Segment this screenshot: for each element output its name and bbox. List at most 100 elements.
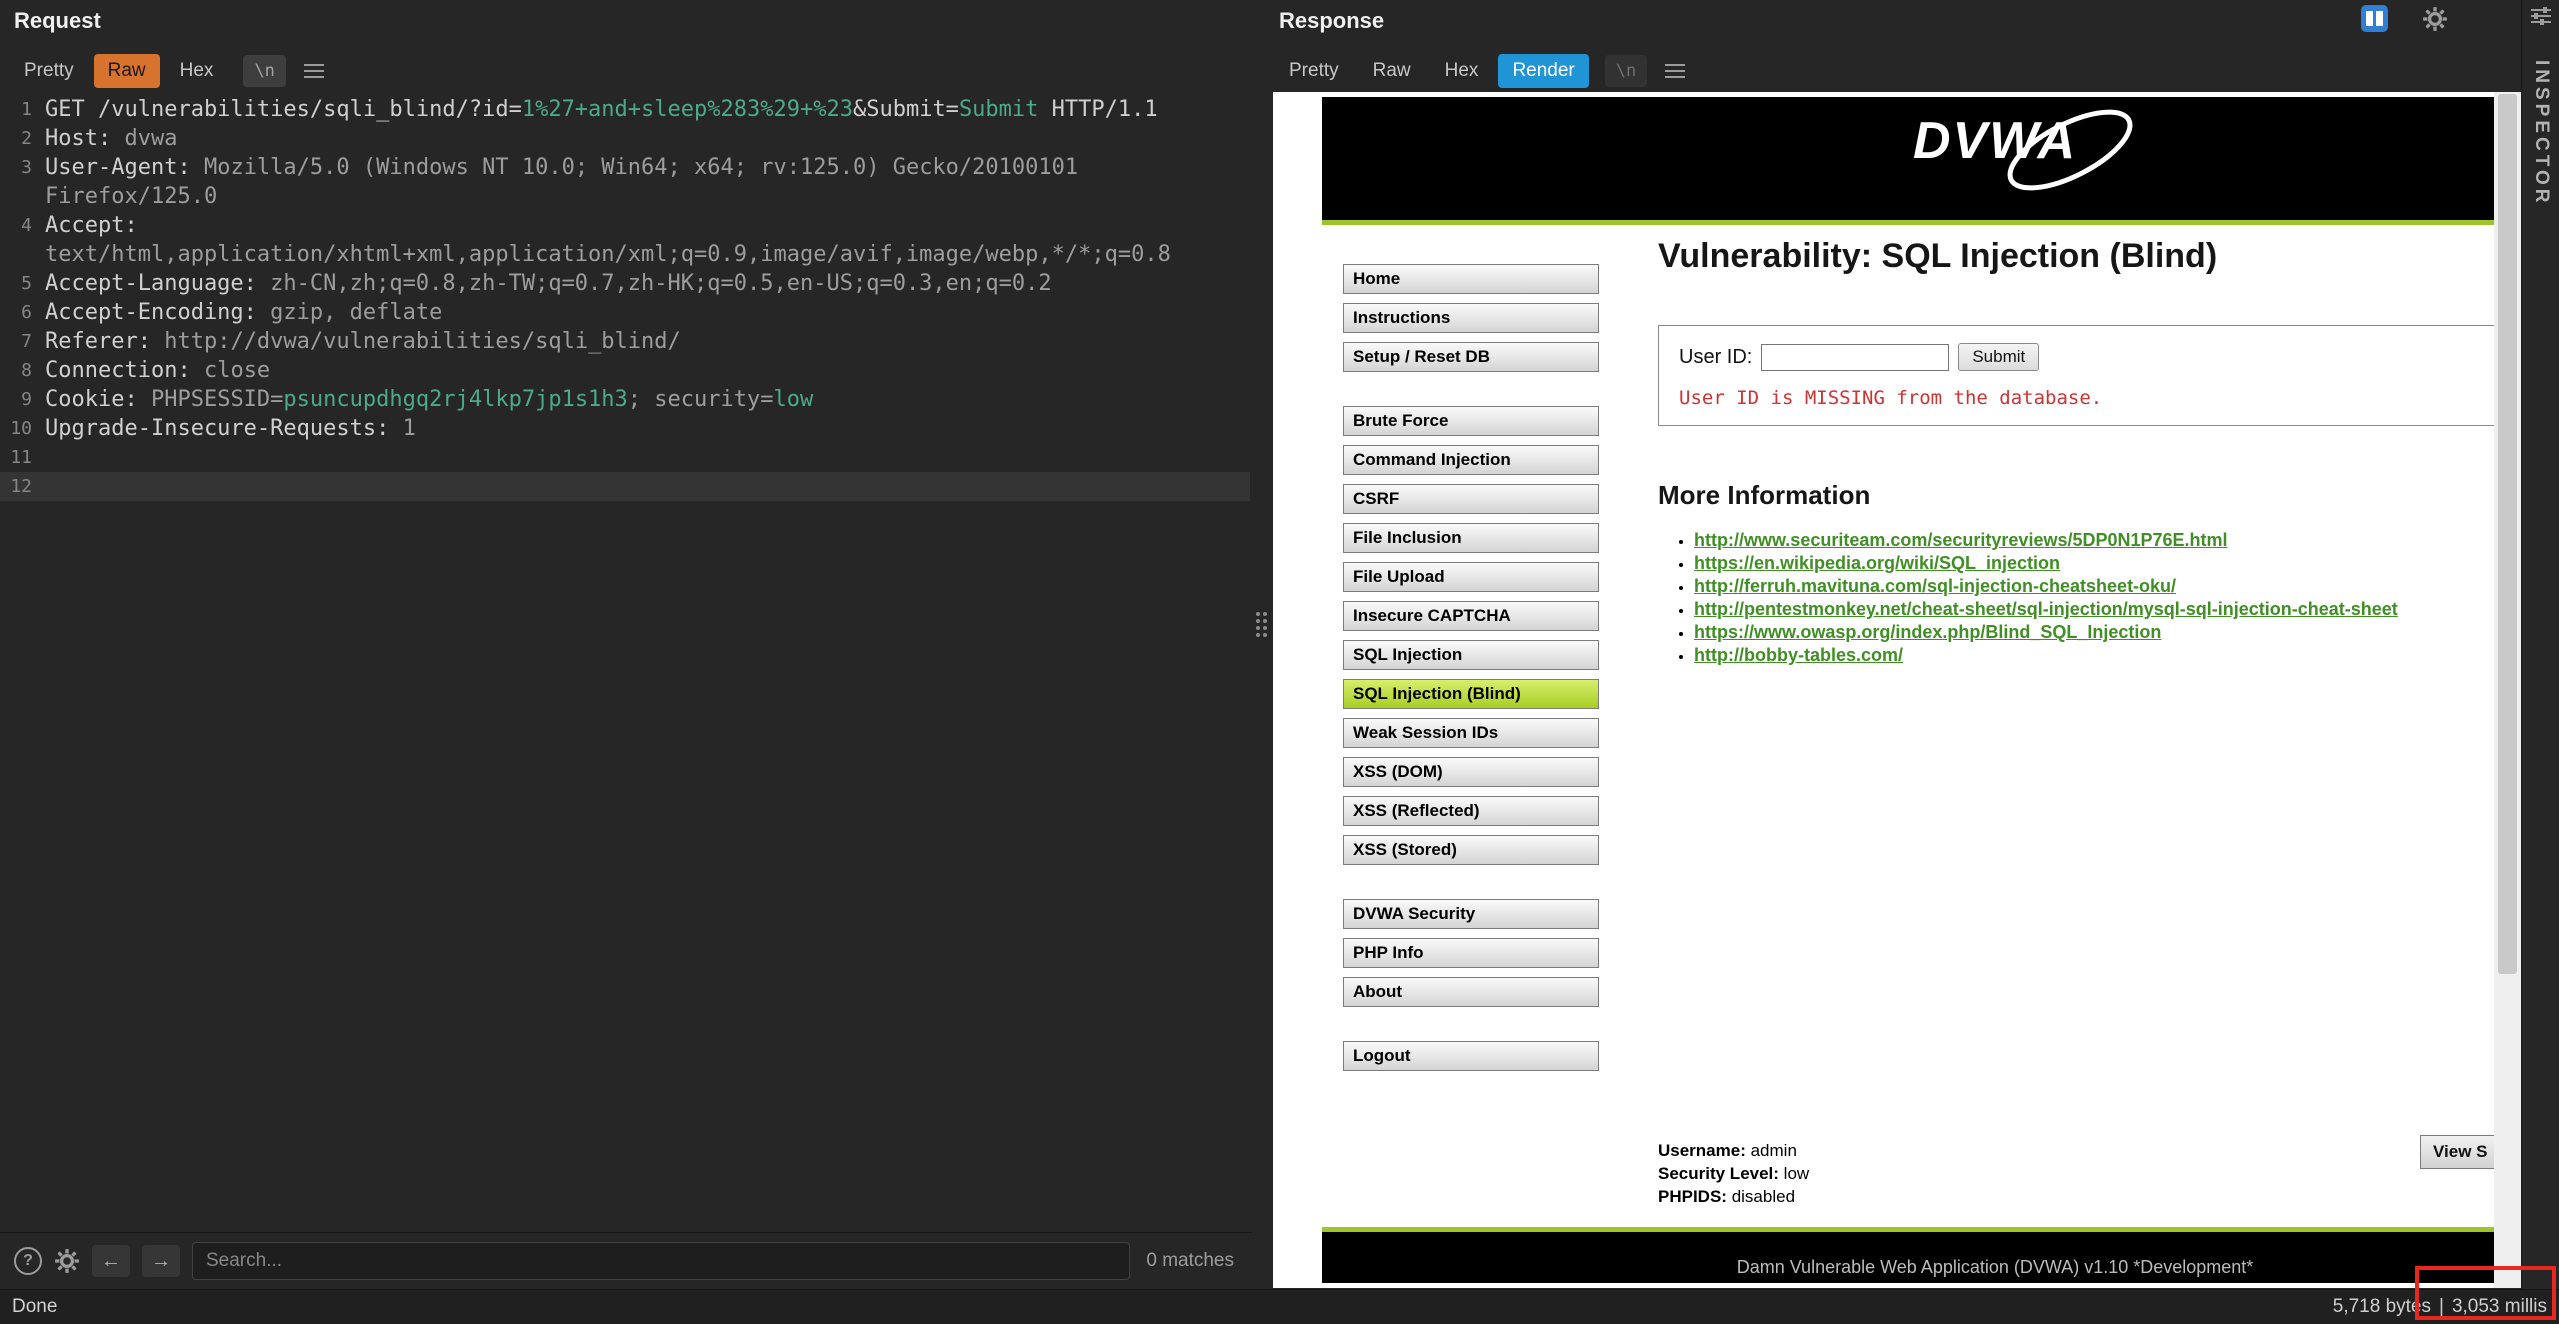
- line-number: 5: [0, 269, 32, 298]
- response-editor-menu-icon[interactable]: [1665, 70, 1685, 72]
- inspector-panel[interactable]: INSPECTOR: [2521, 0, 2559, 1289]
- request-line[interactable]: text/html,application/xhtml+xml,applicat…: [0, 240, 1250, 269]
- dvwa-menu-logout[interactable]: Logout: [1343, 1041, 1599, 1071]
- dvwa-menu-xss-dom[interactable]: XSS (DOM): [1343, 757, 1599, 787]
- help-icon[interactable]: ?: [14, 1247, 42, 1275]
- dvwa-menu-about[interactable]: About: [1343, 977, 1599, 1007]
- list-item: https://en.wikipedia.org/wiki/SQL_inject…: [1694, 552, 2398, 575]
- dvwa-menu-php-info[interactable]: PHP Info: [1343, 938, 1599, 968]
- request-view-tabs: Pretty Raw Hex \n: [10, 52, 330, 90]
- request-line[interactable]: 11: [0, 443, 1250, 472]
- list-item: https://www.owasp.org/index.php/Blind_SQ…: [1694, 621, 2398, 644]
- request-line[interactable]: 7Referer: http://dvwa/vulnerabilities/sq…: [0, 327, 1250, 356]
- vulnerable-code-area: User ID: Submit User ID is MISSING from …: [1658, 325, 2494, 426]
- sliders-icon[interactable]: [2530, 7, 2552, 30]
- request-editor-menu-icon[interactable]: [304, 70, 324, 72]
- panel-divider[interactable]: [1252, 0, 1273, 1289]
- list-item: http://ferruh.mavituna.com/sql-injection…: [1694, 575, 2398, 598]
- dvwa-page: DVWA Home Instructions Setup / Reset DB Bru…: [1322, 97, 2494, 1283]
- dvwa-menu-sql-injection-blind[interactable]: SQL Injection (Blind): [1343, 679, 1599, 709]
- request-line[interactable]: 5Accept-Language: zh-CN,zh;q=0.8,zh-TW;q…: [0, 269, 1250, 298]
- request-line[interactable]: 2Host: dvwa: [0, 124, 1250, 153]
- drag-handle-icon[interactable]: [1256, 612, 1267, 637]
- dvwa-logo: DVWA: [1913, 111, 2077, 171]
- user-id-form: User ID: Submit: [1679, 343, 2494, 371]
- dvwa-menu-file-inclusion[interactable]: File Inclusion: [1343, 523, 1599, 553]
- line-number: 8: [0, 356, 32, 385]
- request-editor[interactable]: 1GET /vulnerabilities/sqli_blind/?id=1%2…: [0, 95, 1250, 1172]
- submit-button[interactable]: Submit: [1958, 343, 2039, 371]
- newline-toggle-response[interactable]: \n: [1605, 55, 1647, 87]
- tab-response-render[interactable]: Render: [1498, 54, 1588, 88]
- dvwa-menu-csrf[interactable]: CSRF: [1343, 484, 1599, 514]
- info-link[interactable]: https://en.wikipedia.org/wiki/SQL_inject…: [1694, 553, 2060, 573]
- request-line[interactable]: 10Upgrade-Insecure-Requests: 1: [0, 414, 1250, 443]
- request-line[interactable]: 12: [0, 472, 1250, 501]
- info-link[interactable]: http://pentestmonkey.net/cheat-sheet/sql…: [1694, 599, 2398, 619]
- search-matches-label: 0 matches: [1142, 1250, 1238, 1272]
- search-input[interactable]: [192, 1242, 1130, 1280]
- page-title: Vulnerability: SQL Injection (Blind): [1658, 237, 2217, 276]
- list-item: http://bobby-tables.com/: [1694, 644, 2398, 667]
- request-line[interactable]: 8Connection: close: [0, 356, 1250, 385]
- search-next-button[interactable]: →: [142, 1245, 180, 1277]
- view-source-button[interactable]: View S: [2420, 1135, 2494, 1169]
- line-number: 6: [0, 298, 32, 327]
- line-number: 9: [0, 385, 32, 414]
- request-line[interactable]: 3User-Agent: Mozilla/5.0 (Windows NT 10.…: [0, 153, 1250, 182]
- info-link[interactable]: http://bobby-tables.com/: [1694, 645, 1903, 665]
- user-id-input[interactable]: [1761, 344, 1949, 371]
- dvwa-menu-xss-stored[interactable]: XSS (Stored): [1343, 835, 1599, 865]
- tab-request-pretty[interactable]: Pretty: [10, 54, 88, 88]
- status-bytes: 5,718 bytes: [2333, 1296, 2431, 1318]
- inspector-label: INSPECTOR: [2530, 60, 2552, 207]
- tab-request-raw[interactable]: Raw: [94, 54, 160, 88]
- dvwa-footer-text: Damn Vulnerable Web Application (DVWA) v…: [1737, 1257, 2254, 1278]
- status-done-label: Done: [12, 1296, 57, 1318]
- search-settings-button[interactable]: [54, 1248, 80, 1274]
- info-link[interactable]: http://www.securiteam.com/securityreview…: [1694, 530, 2228, 550]
- menu-group-gap: [1343, 1016, 1599, 1041]
- gear-icon: [54, 1248, 80, 1274]
- request-line[interactable]: 4Accept:: [0, 211, 1250, 240]
- line-number: [0, 240, 32, 269]
- response-scrollbar[interactable]: [2494, 92, 2521, 1288]
- dvwa-menu-xss-reflected[interactable]: XSS (Reflected): [1343, 796, 1599, 826]
- system-info-line: Username: admin: [1658, 1139, 1809, 1162]
- info-link[interactable]: http://ferruh.mavituna.com/sql-injection…: [1694, 576, 2176, 596]
- dvwa-menu-instructions[interactable]: Instructions: [1343, 303, 1599, 333]
- scrollbar-thumb[interactable]: [2498, 94, 2517, 974]
- dvwa-menu-home[interactable]: Home: [1343, 264, 1599, 294]
- request-panel: Request Pretty Raw Hex \n 1GET /vulnerab…: [0, 0, 1252, 1232]
- tab-response-raw[interactable]: Raw: [1359, 54, 1425, 88]
- request-line[interactable]: 9Cookie: PHPSESSID=psuncupdhgq2rj4lkp7jp…: [0, 385, 1250, 414]
- response-panel: Response Pretty Raw Hex Render \n DVWA: [1273, 0, 2521, 1289]
- request-line[interactable]: 1GET /vulnerabilities/sqli_blind/?id=1%2…: [0, 95, 1250, 124]
- dvwa-menu-setup-reset-db[interactable]: Setup / Reset DB: [1343, 342, 1599, 372]
- dvwa-menu-dvwa-security[interactable]: DVWA Security: [1343, 899, 1599, 929]
- render-viewport: DVWA Home Instructions Setup / Reset DB Bru…: [1273, 92, 2494, 1288]
- system-info-line: PHPIDS: disabled: [1658, 1185, 1809, 1208]
- dvwa-menu-sql-injection[interactable]: SQL Injection: [1343, 640, 1599, 670]
- dvwa-header: DVWA: [1322, 97, 2494, 225]
- tab-request-hex[interactable]: Hex: [166, 54, 228, 88]
- system-info: Username: adminSecurity Level: lowPHPIDS…: [1658, 1139, 1809, 1208]
- dvwa-menu-command-injection[interactable]: Command Injection: [1343, 445, 1599, 475]
- layout-icon[interactable]: [2361, 5, 2388, 32]
- dvwa-menu-weak-session-ids[interactable]: Weak Session IDs: [1343, 718, 1599, 748]
- dvwa-menu-insecure-captcha[interactable]: Insecure CAPTCHA: [1343, 601, 1599, 631]
- dvwa-menu-brute-force[interactable]: Brute Force: [1343, 406, 1599, 436]
- info-link[interactable]: https://www.owasp.org/index.php/Blind_SQ…: [1694, 622, 2161, 642]
- line-number: 7: [0, 327, 32, 356]
- tab-response-hex[interactable]: Hex: [1431, 54, 1493, 88]
- request-line[interactable]: Firefox/125.0: [0, 182, 1250, 211]
- dvwa-menu-file-upload[interactable]: File Upload: [1343, 562, 1599, 592]
- list-item: http://pentestmonkey.net/cheat-sheet/sql…: [1694, 598, 2398, 621]
- request-line[interactable]: 6Accept-Encoding: gzip, deflate: [0, 298, 1250, 327]
- tab-response-pretty[interactable]: Pretty: [1275, 54, 1353, 88]
- error-message: User ID is MISSING from the database.: [1679, 387, 2494, 409]
- search-prev-button[interactable]: ←: [92, 1245, 130, 1277]
- settings-gear-icon[interactable]: [2422, 6, 2448, 32]
- system-info-line: Security Level: low: [1658, 1162, 1809, 1185]
- newline-toggle-request[interactable]: \n: [243, 55, 285, 87]
